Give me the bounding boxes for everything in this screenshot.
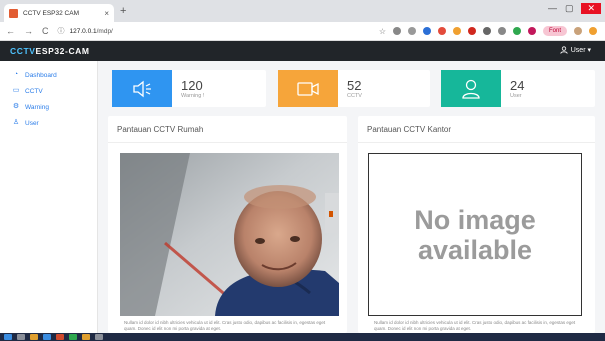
- sidebar-item-label: Warning: [25, 103, 49, 111]
- sidebar-item-cctv[interactable]: ▭ CCTV: [0, 83, 97, 99]
- user-menu-label: User ▾: [570, 47, 591, 54]
- video-camera-icon: [297, 81, 319, 96]
- gear-icon: ⚙: [12, 103, 20, 110]
- panel-title: Pantauan CCTV Kantor: [358, 116, 595, 143]
- minimize-button[interactable]: —: [548, 3, 557, 14]
- stat-card-warning[interactable]: 120 Warning !: [112, 70, 266, 107]
- taskbar-app-icon[interactable]: [43, 334, 51, 340]
- star-icon[interactable]: ☆: [379, 27, 386, 36]
- stat-card-user[interactable]: 24 User: [441, 70, 595, 107]
- extension-icon[interactable]: [453, 27, 461, 35]
- os-taskbar: [0, 333, 605, 341]
- taskbar-app-icon[interactable]: [95, 334, 103, 340]
- stat-value: 120: [181, 77, 203, 93]
- back-button[interactable]: ←: [6, 26, 15, 36]
- address-bar: ← → C ⓘ 127.0.0.1/mdp/ ☆ Font: [0, 22, 605, 41]
- start-icon[interactable]: [4, 334, 12, 340]
- cctv-panel-kantor: Pantauan CCTV Kantor No image available …: [358, 116, 595, 333]
- cctv-feed-image[interactable]: [120, 153, 339, 318]
- taskbar-app-icon[interactable]: [69, 334, 77, 340]
- extension-icon[interactable]: [423, 27, 431, 35]
- stat-label: CCTV: [347, 92, 362, 99]
- brand-logo[interactable]: CCTVESP32-CAM: [10, 46, 90, 56]
- update-icon[interactable]: [589, 27, 597, 35]
- extension-icon[interactable]: [393, 27, 401, 35]
- user-menu[interactable]: User ▾: [560, 46, 591, 54]
- stat-label: Warning !: [181, 92, 205, 99]
- taskbar-app-icon[interactable]: [82, 334, 90, 340]
- extension-icon[interactable]: [438, 27, 446, 35]
- sidebar-item-warning[interactable]: ⚙ Warning: [0, 99, 97, 115]
- sidebar-item-label: CCTV: [25, 87, 43, 95]
- tab-close-icon[interactable]: ×: [104, 9, 109, 18]
- taskbar-app-icon[interactable]: [17, 334, 25, 340]
- extensions-area: ☆ Font: [379, 26, 597, 36]
- tab-title: CCTV ESP32 CAM: [23, 9, 79, 17]
- dashboard-icon: ◔: [13, 71, 19, 78]
- user-icon: [462, 79, 480, 99]
- no-image-placeholder[interactable]: No image available: [368, 153, 582, 316]
- url-field[interactable]: 127.0.0.1/mdp/: [70, 28, 113, 35]
- panel-title: Pantauan CCTV Rumah: [108, 116, 347, 143]
- taskbar-app-icon[interactable]: [56, 334, 64, 340]
- stat-value: 24: [510, 77, 525, 93]
- stat-icon-box: [441, 70, 501, 107]
- extension-icon[interactable]: [528, 27, 536, 35]
- stat-label: User: [510, 92, 522, 99]
- extension-icon[interactable]: [498, 27, 506, 35]
- forward-button[interactable]: →: [24, 26, 33, 36]
- extension-icon[interactable]: [513, 27, 521, 35]
- favicon-icon: [9, 8, 18, 18]
- panel-caption: Nullam id dolor id nibh ultricies vehicu…: [124, 320, 326, 331]
- profile-button[interactable]: Font: [543, 26, 567, 36]
- info-icon: ⓘ: [57, 28, 65, 35]
- no-image-text: No image: [414, 204, 536, 235]
- cctv-panel-rumah: Pantauan CCTV Rumah Nullam id dolor id n…: [108, 116, 347, 333]
- new-tab-button[interactable]: +: [120, 5, 126, 17]
- user-icon: ♙: [12, 119, 20, 126]
- sidebar-item-label: Dashboard: [25, 71, 57, 79]
- app-header: CCTVESP32-CAM User ▾: [0, 41, 605, 61]
- window-controls: — ▢ ✕: [548, 3, 601, 14]
- stat-icon-box: [278, 70, 338, 107]
- sidebar-item-user[interactable]: ♙ User: [0, 115, 97, 131]
- browser-tab-bar: CCTV ESP32 CAM × + — ▢ ✕: [0, 0, 605, 22]
- no-image-text: available: [417, 234, 533, 265]
- extension-icon[interactable]: [468, 27, 476, 35]
- stat-icon-box: [112, 70, 172, 107]
- stat-card-cctv[interactable]: 52 CCTV: [278, 70, 430, 107]
- sidebar-item-dashboard[interactable]: ◔ Dashboard: [0, 67, 97, 83]
- maximize-button[interactable]: ▢: [565, 3, 574, 14]
- close-window-button[interactable]: ✕: [581, 3, 601, 14]
- user-icon: [560, 46, 568, 54]
- speaker-icon: [133, 80, 151, 97]
- sidebar-item-label: User: [25, 119, 39, 127]
- avatar[interactable]: [574, 27, 582, 35]
- taskbar-app-icon[interactable]: [30, 334, 38, 340]
- extension-icon[interactable]: [483, 27, 491, 35]
- browser-tab[interactable]: CCTV ESP32 CAM ×: [4, 4, 114, 22]
- sidebar: ◔ Dashboard ▭ CCTV ⚙ Warning ♙ User: [0, 61, 98, 333]
- reload-button[interactable]: C: [42, 26, 49, 36]
- panel-caption: Nullam id dolor id nibh ultricies vehicu…: [374, 320, 576, 331]
- camera-icon: ▭: [12, 87, 20, 94]
- extension-icon[interactable]: [408, 27, 416, 35]
- stat-value: 52: [347, 77, 362, 93]
